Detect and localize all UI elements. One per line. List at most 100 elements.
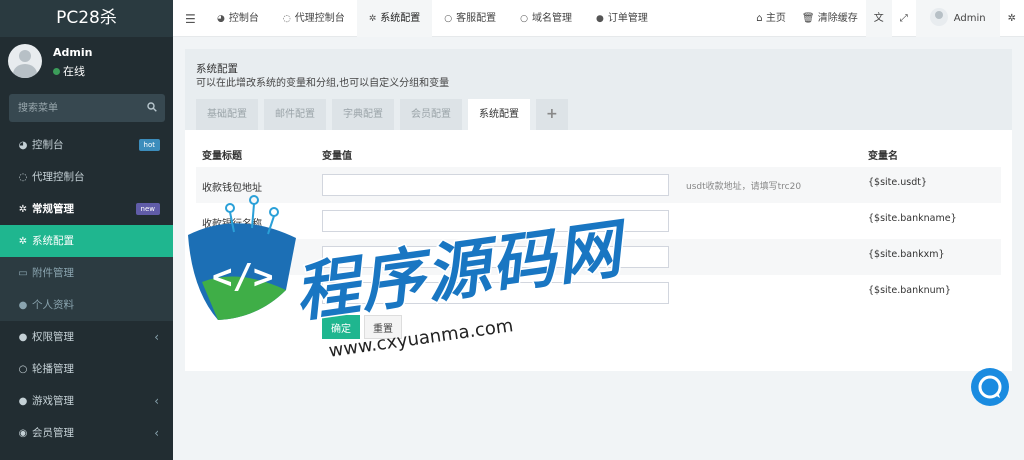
sidebar-item-system-config[interactable]: ✲ 系统配置	[0, 225, 173, 257]
tab-basic-config[interactable]: 基础配置	[196, 99, 258, 130]
tab-system-config[interactable]: ✲ 系统配置	[356, 0, 433, 37]
dashboard-icon: ◕	[217, 14, 225, 24]
home-label: 主页	[765, 13, 786, 24]
sidebar: PC28杀 Admin 在线 ◕ 控制台 hot ◌ 代理控制台 ✲ 常规管理 new…	[0, 0, 173, 460]
table-row: {$site.banknum}	[196, 275, 1001, 311]
menu-toggle-icon[interactable]: ☰	[185, 12, 196, 26]
table-row: {$site.bankxm}	[196, 239, 1001, 275]
usdt-address-input[interactable]	[322, 174, 669, 196]
submit-button[interactable]: 确定	[322, 315, 360, 339]
sidebar-item-more[interactable]: ...	[0, 449, 173, 460]
column-header-title: 变量标题	[202, 151, 242, 162]
home-icon: ⌂	[756, 13, 763, 24]
tab-label: 代理控制台	[294, 13, 345, 24]
config-panel: 系统配置 可以在此增改系统的变量和分组,也可以自定义分组和变量 基础配置 邮件配…	[185, 49, 1012, 371]
bank-number-input[interactable]	[322, 282, 669, 304]
config-tabs: 基础配置 邮件配置 字典配置 会员配置 系统配置 +	[196, 99, 574, 130]
online-dot-icon	[53, 68, 60, 75]
clear-cache-label: 清除缓存	[817, 13, 858, 24]
user-menu[interactable]: Admin	[915, 0, 1000, 37]
sidebar-item-general[interactable]: ✲ 常规管理 new	[0, 193, 173, 225]
tab-email-config[interactable]: 邮件配置	[264, 99, 326, 130]
sidebar-item-profile[interactable]: ● 个人资料	[0, 289, 173, 321]
row-label: 收款钱包地址	[202, 183, 262, 194]
tab-order-management[interactable]: ● 订单管理	[584, 0, 660, 37]
file-icon: ▭	[18, 268, 28, 279]
tab-member-config[interactable]: 会员配置	[400, 99, 462, 130]
dashboard-icon: ◕	[18, 140, 28, 151]
tab-dashboard[interactable]: ◕ 控制台	[205, 0, 271, 37]
avatar	[929, 8, 948, 26]
row-variable: {$site.banknum}	[868, 285, 951, 296]
user-name: Admin	[53, 46, 93, 59]
user-icon: ●	[18, 300, 28, 311]
sidebar-item-permissions[interactable]: ● 权限管理 ‹	[0, 321, 173, 353]
row-variable: {$site.usdt}	[868, 177, 928, 188]
user-status-label: 在线	[63, 65, 85, 78]
chevron-left-icon: ‹	[154, 330, 159, 344]
home-link[interactable]: ⌂ 主页	[748, 0, 794, 37]
gear-icon: ✲	[18, 236, 28, 247]
menu-search-input[interactable]	[9, 94, 139, 122]
sidebar-item-members[interactable]: ◉ 会员管理 ‹	[0, 417, 173, 449]
reset-button[interactable]: 重置	[364, 315, 402, 339]
gear-icon: ✲	[1007, 13, 1016, 24]
gear-icon: ✲	[368, 14, 377, 24]
language-button[interactable]: 文	[865, 0, 892, 37]
chat-icon	[978, 375, 1002, 399]
navbar-right: ⌂ 主页 🗑 清除缓存 文 ⤢ Admin ✲	[748, 0, 1024, 37]
sidebar-item-label: 权限管理	[32, 331, 74, 343]
user-panel: Admin 在线	[0, 37, 173, 89]
tab-agent-dashboard[interactable]: ◌ 代理控制台	[271, 0, 357, 37]
sidebar-item-dashboard[interactable]: ◕ 控制台 hot	[0, 129, 173, 161]
sidebar-item-label: 会员管理	[32, 427, 74, 439]
tab-support-config[interactable]: ○ 客服配置	[432, 0, 508, 37]
row-label: 收款银行名称	[202, 219, 262, 230]
bank-name-input[interactable]	[322, 210, 669, 232]
sidebar-item-label: 控制台	[32, 139, 64, 151]
tab-label: 域名管理	[531, 13, 572, 24]
add-group-button[interactable]: +	[536, 99, 568, 130]
sidebar-item-agent-dashboard[interactable]: ◌ 代理控制台	[0, 161, 173, 193]
row-variable: {$site.bankxm}	[868, 249, 945, 260]
fullscreen-button[interactable]: ⤢	[892, 0, 916, 37]
page-description: 可以在此增改系统的变量和分组,也可以自定义分组和变量	[196, 78, 450, 89]
clear-cache-button[interactable]: 🗑 清除缓存	[794, 0, 866, 37]
agent-icon: ◌	[18, 172, 28, 183]
user-circle-icon: ◉	[18, 428, 28, 439]
tab-domain-management[interactable]: ○ 域名管理	[508, 0, 584, 37]
hot-badge: hot	[138, 139, 160, 151]
search-icon[interactable]	[147, 102, 157, 112]
tab-label: 客服配置	[456, 13, 497, 24]
group-icon: ●	[18, 332, 28, 343]
table-row: 收款钱包地址 usdt收款地址，请填写trc20 {$site.usdt}	[196, 167, 1001, 203]
sidebar-item-label: 轮播管理	[32, 363, 74, 375]
panel-heading: 系统配置 可以在此增改系统的变量和分组,也可以自定义分组和变量 基础配置 邮件配…	[185, 49, 1012, 130]
row-variable: {$site.bankname}	[868, 213, 957, 224]
chat-button[interactable]	[971, 368, 1009, 406]
tab-system-config[interactable]: 系统配置	[468, 99, 530, 130]
tab-label: 系统配置	[380, 13, 421, 24]
trash-icon: 🗑	[801, 13, 815, 24]
sidebar-menu: ◕ 控制台 hot ◌ 代理控制台 ✲ 常规管理 new ✲ 系统配置 ▭ 附件管理 ● 个…	[0, 129, 173, 460]
sidebar-item-label: 附件管理	[32, 267, 74, 279]
sidebar-item-games[interactable]: ● 游戏管理 ‹	[0, 385, 173, 417]
sidebar-item-label: 游戏管理	[32, 395, 74, 407]
sidebar-item-carousel[interactable]: ○ 轮播管理	[0, 353, 173, 385]
sidebar-item-label: 代理控制台	[32, 171, 85, 183]
tab-label: 订单管理	[607, 13, 648, 24]
bank-holder-input[interactable]	[322, 246, 669, 268]
column-header-value: 变量值	[322, 151, 352, 162]
app-logo[interactable]: PC28杀	[0, 0, 173, 37]
sidebar-item-label: 个人资料	[32, 299, 74, 311]
row-hint: usdt收款地址，请填写trc20	[686, 182, 802, 192]
new-badge: new	[135, 203, 160, 215]
circle-icon: ○	[520, 14, 528, 24]
sidebar-item-attachments[interactable]: ▭ 附件管理	[0, 257, 173, 289]
circle-icon: ○	[18, 364, 28, 375]
bomb-icon: ●	[18, 396, 28, 407]
settings-button[interactable]: ✲	[1000, 0, 1024, 37]
circle-icon: ○	[444, 14, 453, 24]
chevron-left-icon: ‹	[154, 394, 159, 408]
tab-dictionary-config[interactable]: 字典配置	[332, 99, 394, 130]
